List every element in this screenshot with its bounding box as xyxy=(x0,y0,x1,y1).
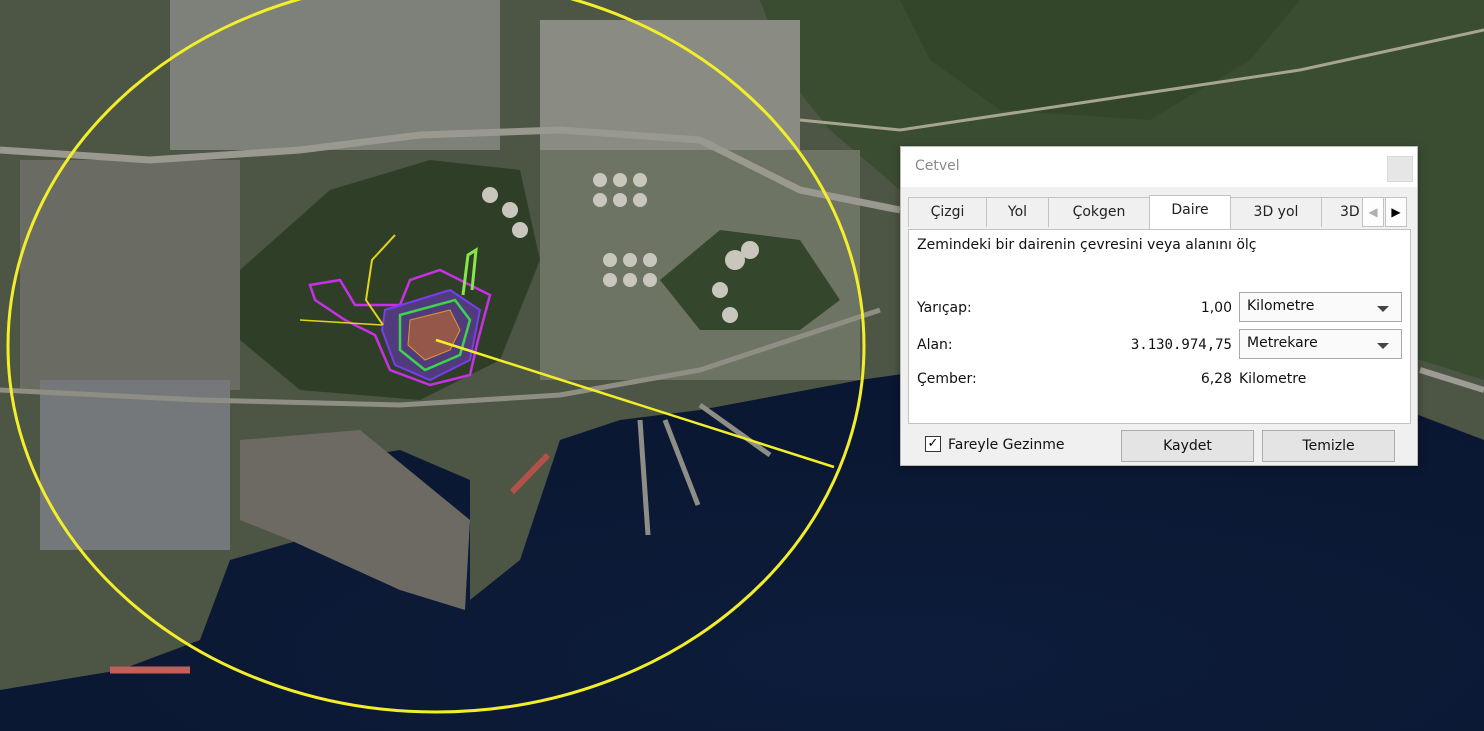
tab-scroll-right-button[interactable]: ▶ xyxy=(1385,197,1407,227)
area-value: 3.130.974,75 xyxy=(1130,337,1232,353)
area-unit-value: Metrekare xyxy=(1247,335,1318,351)
clear-button[interactable]: Temizle xyxy=(1262,430,1395,462)
area-label: Alan: xyxy=(917,337,953,353)
tab-strip: Çizgi Yol Çokgen Daire 3D yol 3D xyxy=(908,195,1388,229)
circumference-label: Çember: xyxy=(917,371,977,387)
mouse-navigation-label[interactable]: Fareyle Gezinme xyxy=(948,437,1064,453)
ruler-dialog[interactable]: Cetvel Çizgi Yol Çokgen Daire 3D yol 3D … xyxy=(900,146,1418,466)
chevron-down-icon xyxy=(1377,343,1389,349)
dialog-title: Cetvel xyxy=(915,158,960,174)
radius-unit-select[interactable]: Kilometre xyxy=(1239,292,1402,322)
radius-label: Yarıçap: xyxy=(917,300,972,316)
panel-description: Zemindeki bir dairenin çevresini veya al… xyxy=(917,237,1257,253)
dialog-title-bar[interactable]: Cetvel xyxy=(901,147,1417,187)
chevron-down-icon xyxy=(1377,306,1389,312)
tab-polygon[interactable]: Çokgen xyxy=(1048,197,1150,227)
radius-unit-value: Kilometre xyxy=(1247,298,1315,314)
circumference-value: 6,28 xyxy=(1200,371,1232,387)
save-button[interactable]: Kaydet xyxy=(1121,430,1254,462)
tab-3d-path[interactable]: 3D yol xyxy=(1230,197,1322,227)
circle-panel: Zemindeki bir dairenin çevresini veya al… xyxy=(908,229,1411,424)
industrial-zone-west xyxy=(20,160,240,390)
tab-line[interactable]: Çizgi xyxy=(908,197,987,227)
close-button[interactable] xyxy=(1387,156,1413,182)
circumference-unit: Kilometre xyxy=(1239,371,1307,387)
industrial-zone-north xyxy=(170,0,500,150)
mouse-navigation-checkbox[interactable]: ✓ xyxy=(925,436,941,452)
tab-circle[interactable]: Daire xyxy=(1149,195,1231,229)
tab-scroll-left-button[interactable]: ◀ xyxy=(1362,197,1384,227)
tab-path[interactable]: Yol xyxy=(986,197,1049,227)
radius-value: 1,00 xyxy=(1200,300,1232,316)
factory-buildings xyxy=(40,380,230,550)
area-unit-select[interactable]: Metrekare xyxy=(1239,329,1402,359)
